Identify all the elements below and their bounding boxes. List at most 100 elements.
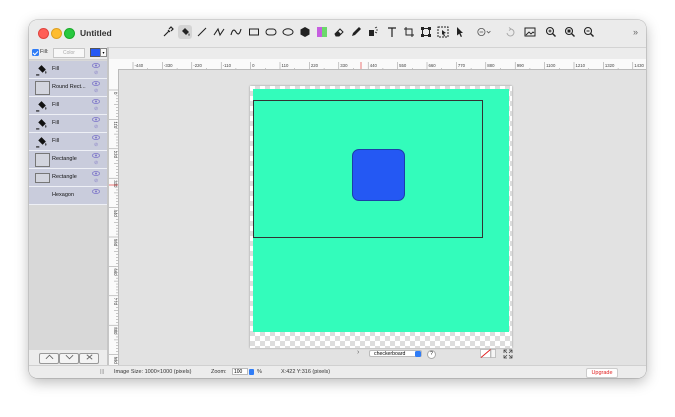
transform-tool[interactable] [419,25,433,39]
layer-item[interactable]: Fill ⊘ [29,133,107,151]
eraser-tool[interactable] [332,25,346,39]
eye-icon[interactable] [92,171,100,176]
layer-thumbnail [35,153,50,167]
move-layer-down-button[interactable] [59,353,79,364]
minimize-window-button[interactable] [51,28,62,39]
eye-icon[interactable] [92,117,100,122]
gradient-tool[interactable] [315,25,329,39]
layer-label: Rectangle [52,174,77,180]
swatch-dropdown-button[interactable]: ▾ [100,48,107,57]
zoom-input[interactable]: 100 [232,368,248,375]
eyedropper-tool[interactable] [161,25,175,39]
select-tool[interactable] [436,25,450,39]
lock-icon[interactable]: ⊘ [94,124,98,130]
chevron-right-icon[interactable]: › [357,349,359,356]
curve-tool[interactable] [229,25,243,39]
pencil-tool[interactable] [349,25,363,39]
toolbar-overflow-button[interactable]: » [633,27,638,37]
fill-label: Fill: [40,49,49,55]
color-field[interactable]: Color [53,48,85,58]
zoom-in-button[interactable] [544,25,558,39]
lock-icon[interactable]: ⊘ [94,160,98,166]
ruler-label: 660 [429,63,437,68]
lock-icon[interactable]: ⊘ [94,178,98,184]
crop-tool[interactable] [402,25,416,39]
eye-icon[interactable] [92,153,100,158]
magic-icon [369,26,378,36]
layer-label: Fill [52,138,60,144]
magic-tool[interactable] [366,25,380,39]
background-dropdown[interactable] [415,350,421,357]
ruler-label: 440 [370,63,378,68]
ruler-label: 330 [113,180,118,188]
layer-item[interactable]: Rectangle ⊘ [29,169,107,187]
redo-button[interactable] [503,25,517,39]
hexagon-tool[interactable] [298,25,312,39]
rounded-rectangle-icon [265,28,277,36]
rounded-rectangle-tool[interactable] [264,25,278,39]
fill-checkbox[interactable] [32,49,39,56]
fullscreen-icon[interactable] [503,349,513,359]
lock-icon[interactable]: ⊘ [94,70,98,76]
chevron-up-icon [45,354,53,360]
ruler-ticks: 0 110 220 330 440 550 660 770 880 990 [109,89,118,370]
lock-icon[interactable]: ⊘ [94,142,98,148]
lock-icon[interactable]: ⊘ [94,106,98,112]
layer-item[interactable]: Hexagon [29,187,107,205]
layer-item[interactable]: Fill ⊘ [29,115,107,133]
line-tool[interactable] [195,25,209,39]
help-button[interactable]: ? [427,350,436,359]
lock-icon[interactable]: ⊘ [94,88,98,94]
delete-layer-button[interactable] [79,353,99,364]
rectangle-tool[interactable] [247,25,261,39]
close-window-button[interactable] [38,28,49,39]
ruler-label: 770 [113,298,118,306]
image-icon [524,27,536,37]
select-icon [437,26,449,38]
zoom-out-button[interactable] [582,25,596,39]
ruler-label: 880 [113,327,118,335]
layer-item[interactable]: Round Rect... ⊘ [29,79,107,97]
eyedropper-icon [163,26,174,37]
resize-grip-icon[interactable]: ||| [100,369,104,375]
ruler-label: 1320 [605,63,615,68]
layer-item[interactable]: Fill ⊘ [29,61,107,79]
ruler-ticks: -440 -330 -220 -110 0 110 220 330 440 550 660 770 88… [132,62,644,69]
ruler-label: 1210 [576,63,586,68]
layer-label: Fill [52,66,60,72]
eye-icon[interactable] [92,63,100,68]
redo-icon [506,27,515,37]
upgrade-button[interactable]: Upgrade [586,368,618,378]
round-rect-shape[interactable] [352,149,405,201]
layer-label: Fill [52,102,60,108]
ruler-label: 220 [311,63,319,68]
paint-bucket-tool[interactable] [178,25,192,39]
layer-item[interactable]: Rectangle ⊘ [29,151,107,169]
pointer-tool[interactable] [453,25,467,39]
ruler-label: 880 [487,63,495,68]
zigzag-tool[interactable] [212,25,226,39]
zoom-fit-button[interactable] [563,25,577,39]
more-options-button[interactable] [475,25,495,39]
more-icon [477,27,491,37]
ruler-label: 1100 [546,63,556,68]
layers-panel: Fill ⊘ Round Rect... ⊘ Fill ⊘ Fill ⊘ Fil… [29,60,107,364]
eye-icon[interactable] [92,189,100,194]
eye-icon[interactable] [92,81,100,86]
fill-bar: Fill: Color ▾ [29,47,107,60]
layer-item[interactable]: Fill ⊘ [29,97,107,115]
text-tool[interactable] [385,25,399,39]
eye-icon[interactable] [92,99,100,104]
maximize-window-button[interactable] [64,28,75,39]
no-stroke-icon[interactable] [480,349,496,358]
eye-icon[interactable] [92,135,100,140]
rectangle-icon [249,28,259,36]
ruler-label: 990 [113,357,118,365]
window-title: Untitled [80,28,112,38]
zoom-dropdown[interactable] [249,368,254,375]
close-icon [86,354,92,360]
ellipse-tool[interactable] [281,25,295,39]
move-layer-up-button[interactable] [39,353,59,364]
layer-label: Hexagon [52,192,75,198]
image-button[interactable] [523,25,537,39]
